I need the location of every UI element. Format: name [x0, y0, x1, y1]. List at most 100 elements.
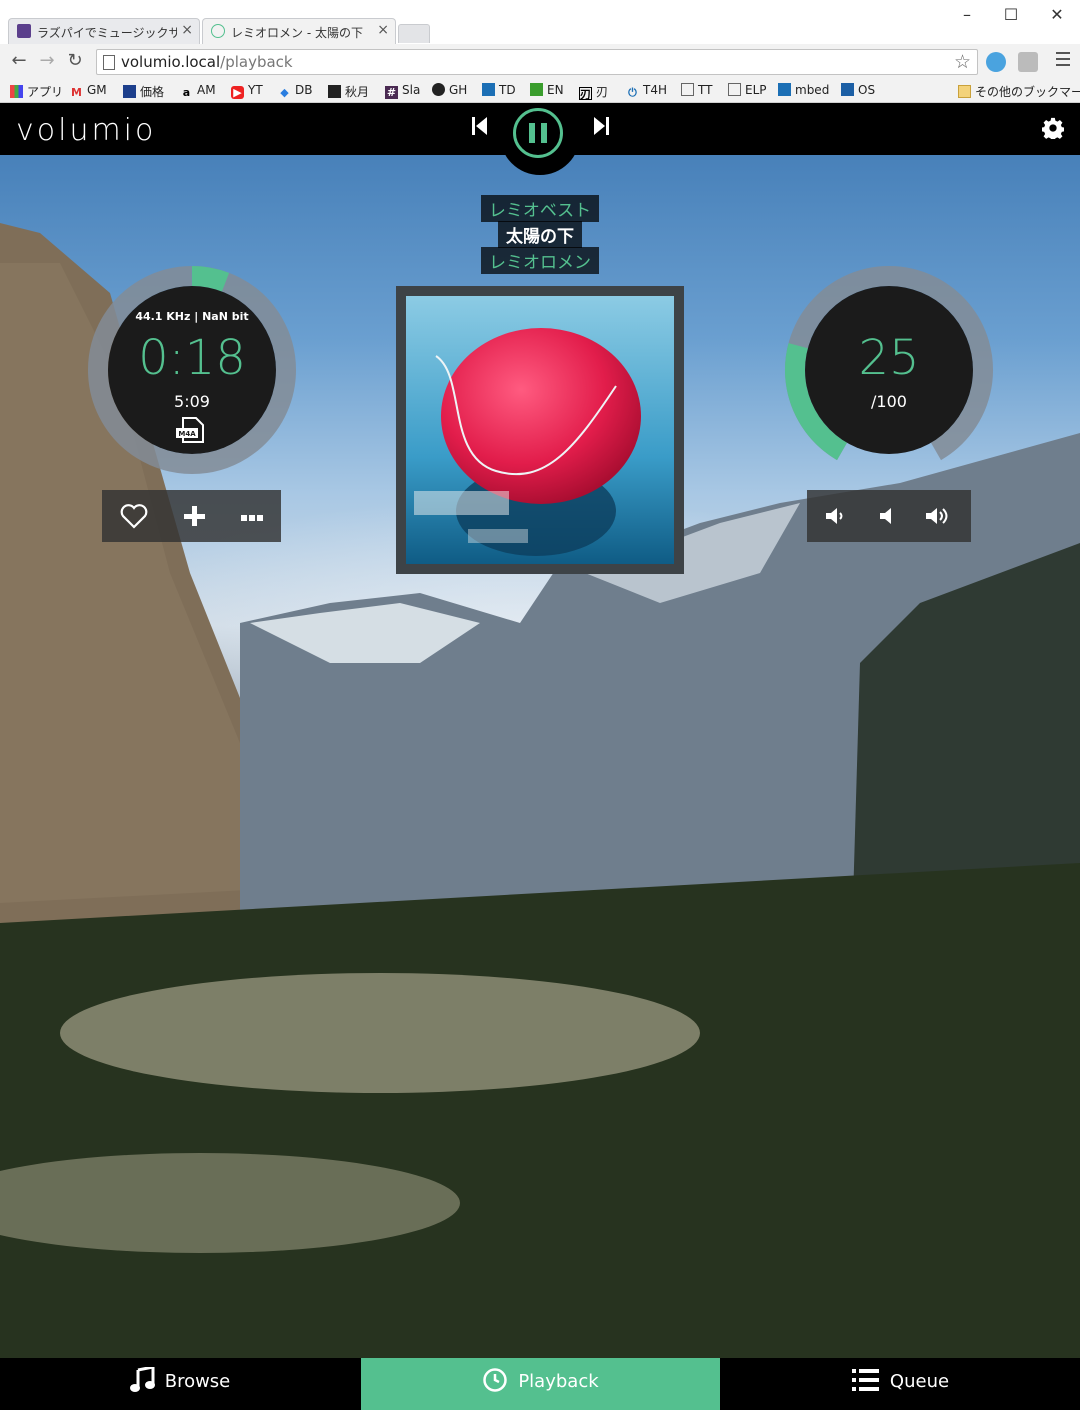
power-icon: ⏻ [628, 86, 637, 99]
add-to-playlist-icon[interactable] [178, 500, 210, 532]
bookmark-evernote[interactable]: EN [530, 83, 564, 97]
bookmark-tt[interactable]: TT [681, 83, 712, 97]
bookmark-onshape[interactable]: OS [841, 83, 875, 97]
page-icon [103, 55, 115, 70]
volume-controls-panel [807, 490, 971, 542]
previous-track-icon[interactable] [471, 115, 489, 143]
gmail-icon: M [71, 86, 82, 99]
bookmark-elp[interactable]: ELP [728, 83, 767, 97]
drive-icon[interactable] [1018, 52, 1038, 72]
bookmark-apps[interactable]: アプリ [10, 83, 63, 100]
bookmark-am[interactable]: a AM [180, 83, 216, 99]
evernote-icon [530, 83, 543, 96]
nav-playback[interactable]: Playback [361, 1358, 720, 1410]
close-window-icon[interactable]: ✕ [1042, 4, 1072, 26]
progress-fill [191, 266, 230, 292]
browser-toolbar: ← → ↻ volumio.local/playback ☆ [0, 44, 1080, 80]
chip-icon [328, 85, 341, 98]
minimize-icon[interactable]: – [952, 4, 982, 26]
new-tab-button[interactable] [398, 24, 430, 43]
album-title-row: レミオベスト [0, 195, 1080, 222]
bottom-navigation: Browse Playback Queue [0, 1358, 1080, 1410]
back-arrow-icon[interactable]: ← [8, 50, 30, 72]
favicon-icon [17, 24, 31, 38]
quality-text: 44.1 KHz | NaN bit [135, 310, 249, 323]
bookmark-db[interactable]: ◆ DB [278, 83, 312, 99]
list-icon [851, 1369, 879, 1391]
bookmark-kanji[interactable]: 刃刃 [579, 83, 608, 101]
bookmark-github[interactable]: GH [432, 83, 467, 97]
time-display: 44.1 KHz | NaN bit 0:18 5:09 M4A [108, 286, 276, 454]
onshape-icon [841, 83, 854, 96]
tweetdeck-icon [482, 83, 495, 96]
kakaku-icon [123, 85, 136, 98]
tab-label: ラズパイでミュージックサーバー・ [37, 26, 177, 40]
track-duration: 5:09 [174, 392, 210, 411]
bookmark-akizuki[interactable]: 秋月 [328, 83, 369, 100]
mute-icon[interactable] [871, 500, 903, 532]
browser-tab-1[interactable]: ラズパイでミュージックサーバー・ × [8, 18, 200, 44]
volume-down-icon[interactable] [819, 500, 851, 532]
bookmarks-bar: アプリ M GM 価格 a AM ▶ YT ◆ DB 秋月 # Sla GH TD EN … [0, 80, 1080, 103]
volume-display: 25 /100 [805, 286, 973, 454]
close-tab-icon[interactable]: × [181, 22, 193, 38]
chrome-menu-icon[interactable] [1056, 52, 1070, 66]
music-note-icon [129, 1365, 155, 1392]
extension-icon[interactable] [986, 52, 1006, 72]
folder-icon [958, 85, 971, 98]
bookmark-yt[interactable]: ▶ YT [231, 83, 263, 99]
bookmark-gm[interactable]: M GM [70, 83, 107, 99]
close-tab-icon[interactable]: × [377, 22, 389, 38]
github-icon [432, 83, 445, 96]
volume-dial[interactable]: 25 /100 [783, 264, 995, 476]
elapsed-time: 0:18 [138, 330, 246, 386]
volume-level: 25 [858, 330, 920, 386]
volumio-logo: volumio [16, 113, 157, 148]
slack-icon: # [385, 86, 398, 99]
dropbox-icon: ◆ [280, 86, 289, 99]
other-bookmarks[interactable]: その他のブックマーク [958, 83, 1080, 100]
album-cover-peach-image [406, 296, 674, 564]
page-icon [681, 83, 694, 96]
artist-name[interactable]: レミオロメン [481, 247, 599, 274]
volume-max: /100 [871, 392, 907, 411]
clock-play-icon [483, 1368, 508, 1392]
tab-label: レミオロメン - 太陽の下 [231, 26, 363, 40]
album-title[interactable]: レミオベスト [480, 195, 600, 222]
bookmark-t4h[interactable]: ⏻ T4H [626, 83, 667, 99]
maximize-icon[interactable]: ☐ [996, 4, 1026, 26]
bookmark-mbed[interactable]: mbed [778, 83, 829, 97]
apps-grid-icon [10, 85, 23, 98]
favourite-heart-icon[interactable] [118, 500, 150, 532]
youtube-icon: ▶ [231, 86, 244, 99]
bookmark-kakaku[interactable]: 価格 [123, 83, 164, 100]
address-bar[interactable]: volumio.local/playback ☆ [96, 49, 978, 75]
artist-row: レミオロメン [0, 247, 1080, 274]
next-track-icon[interactable] [592, 115, 610, 143]
page-icon [728, 83, 741, 96]
pause-button[interactable] [513, 108, 563, 158]
browser-titlebar: ラズパイでミュージックサーバー・ × レミオロメン - 太陽の下 × – ☐ ✕ [0, 0, 1080, 44]
bookmark-slack[interactable]: # Sla [385, 83, 420, 99]
bookmark-td[interactable]: TD [482, 83, 516, 97]
bookmark-star-icon[interactable]: ☆ [954, 51, 971, 73]
nav-browse[interactable]: Browse [0, 1358, 359, 1410]
url-text: volumio.local/playback [121, 53, 293, 71]
forward-arrow-icon[interactable]: → [36, 50, 58, 72]
track-progress-dial[interactable]: 44.1 KHz | NaN bit 0:18 5:09 M4A [86, 264, 298, 476]
volumio-favicon-icon [211, 24, 225, 38]
volumio-page: volumio レミオベスト 太陽の下 レミオロメン 44.1 KHz | Na… [0, 103, 1080, 1410]
kanji-icon: 刃 [579, 87, 592, 101]
settings-gear-icon[interactable] [1042, 117, 1064, 139]
browser-tab-2[interactable]: レミオロメン - 太陽の下 × [202, 18, 396, 44]
volume-up-icon[interactable] [923, 500, 955, 532]
more-options-icon[interactable] [236, 500, 268, 532]
m4a-file-icon: M4A [176, 417, 204, 443]
nav-queue[interactable]: Queue [721, 1358, 1080, 1410]
reload-icon[interactable]: ↻ [64, 50, 86, 72]
amazon-icon: a [182, 86, 191, 99]
arm-icon [778, 83, 791, 96]
track-title: 太陽の下 [498, 221, 582, 248]
format-label: M4A [178, 430, 196, 438]
album-art [396, 286, 684, 574]
